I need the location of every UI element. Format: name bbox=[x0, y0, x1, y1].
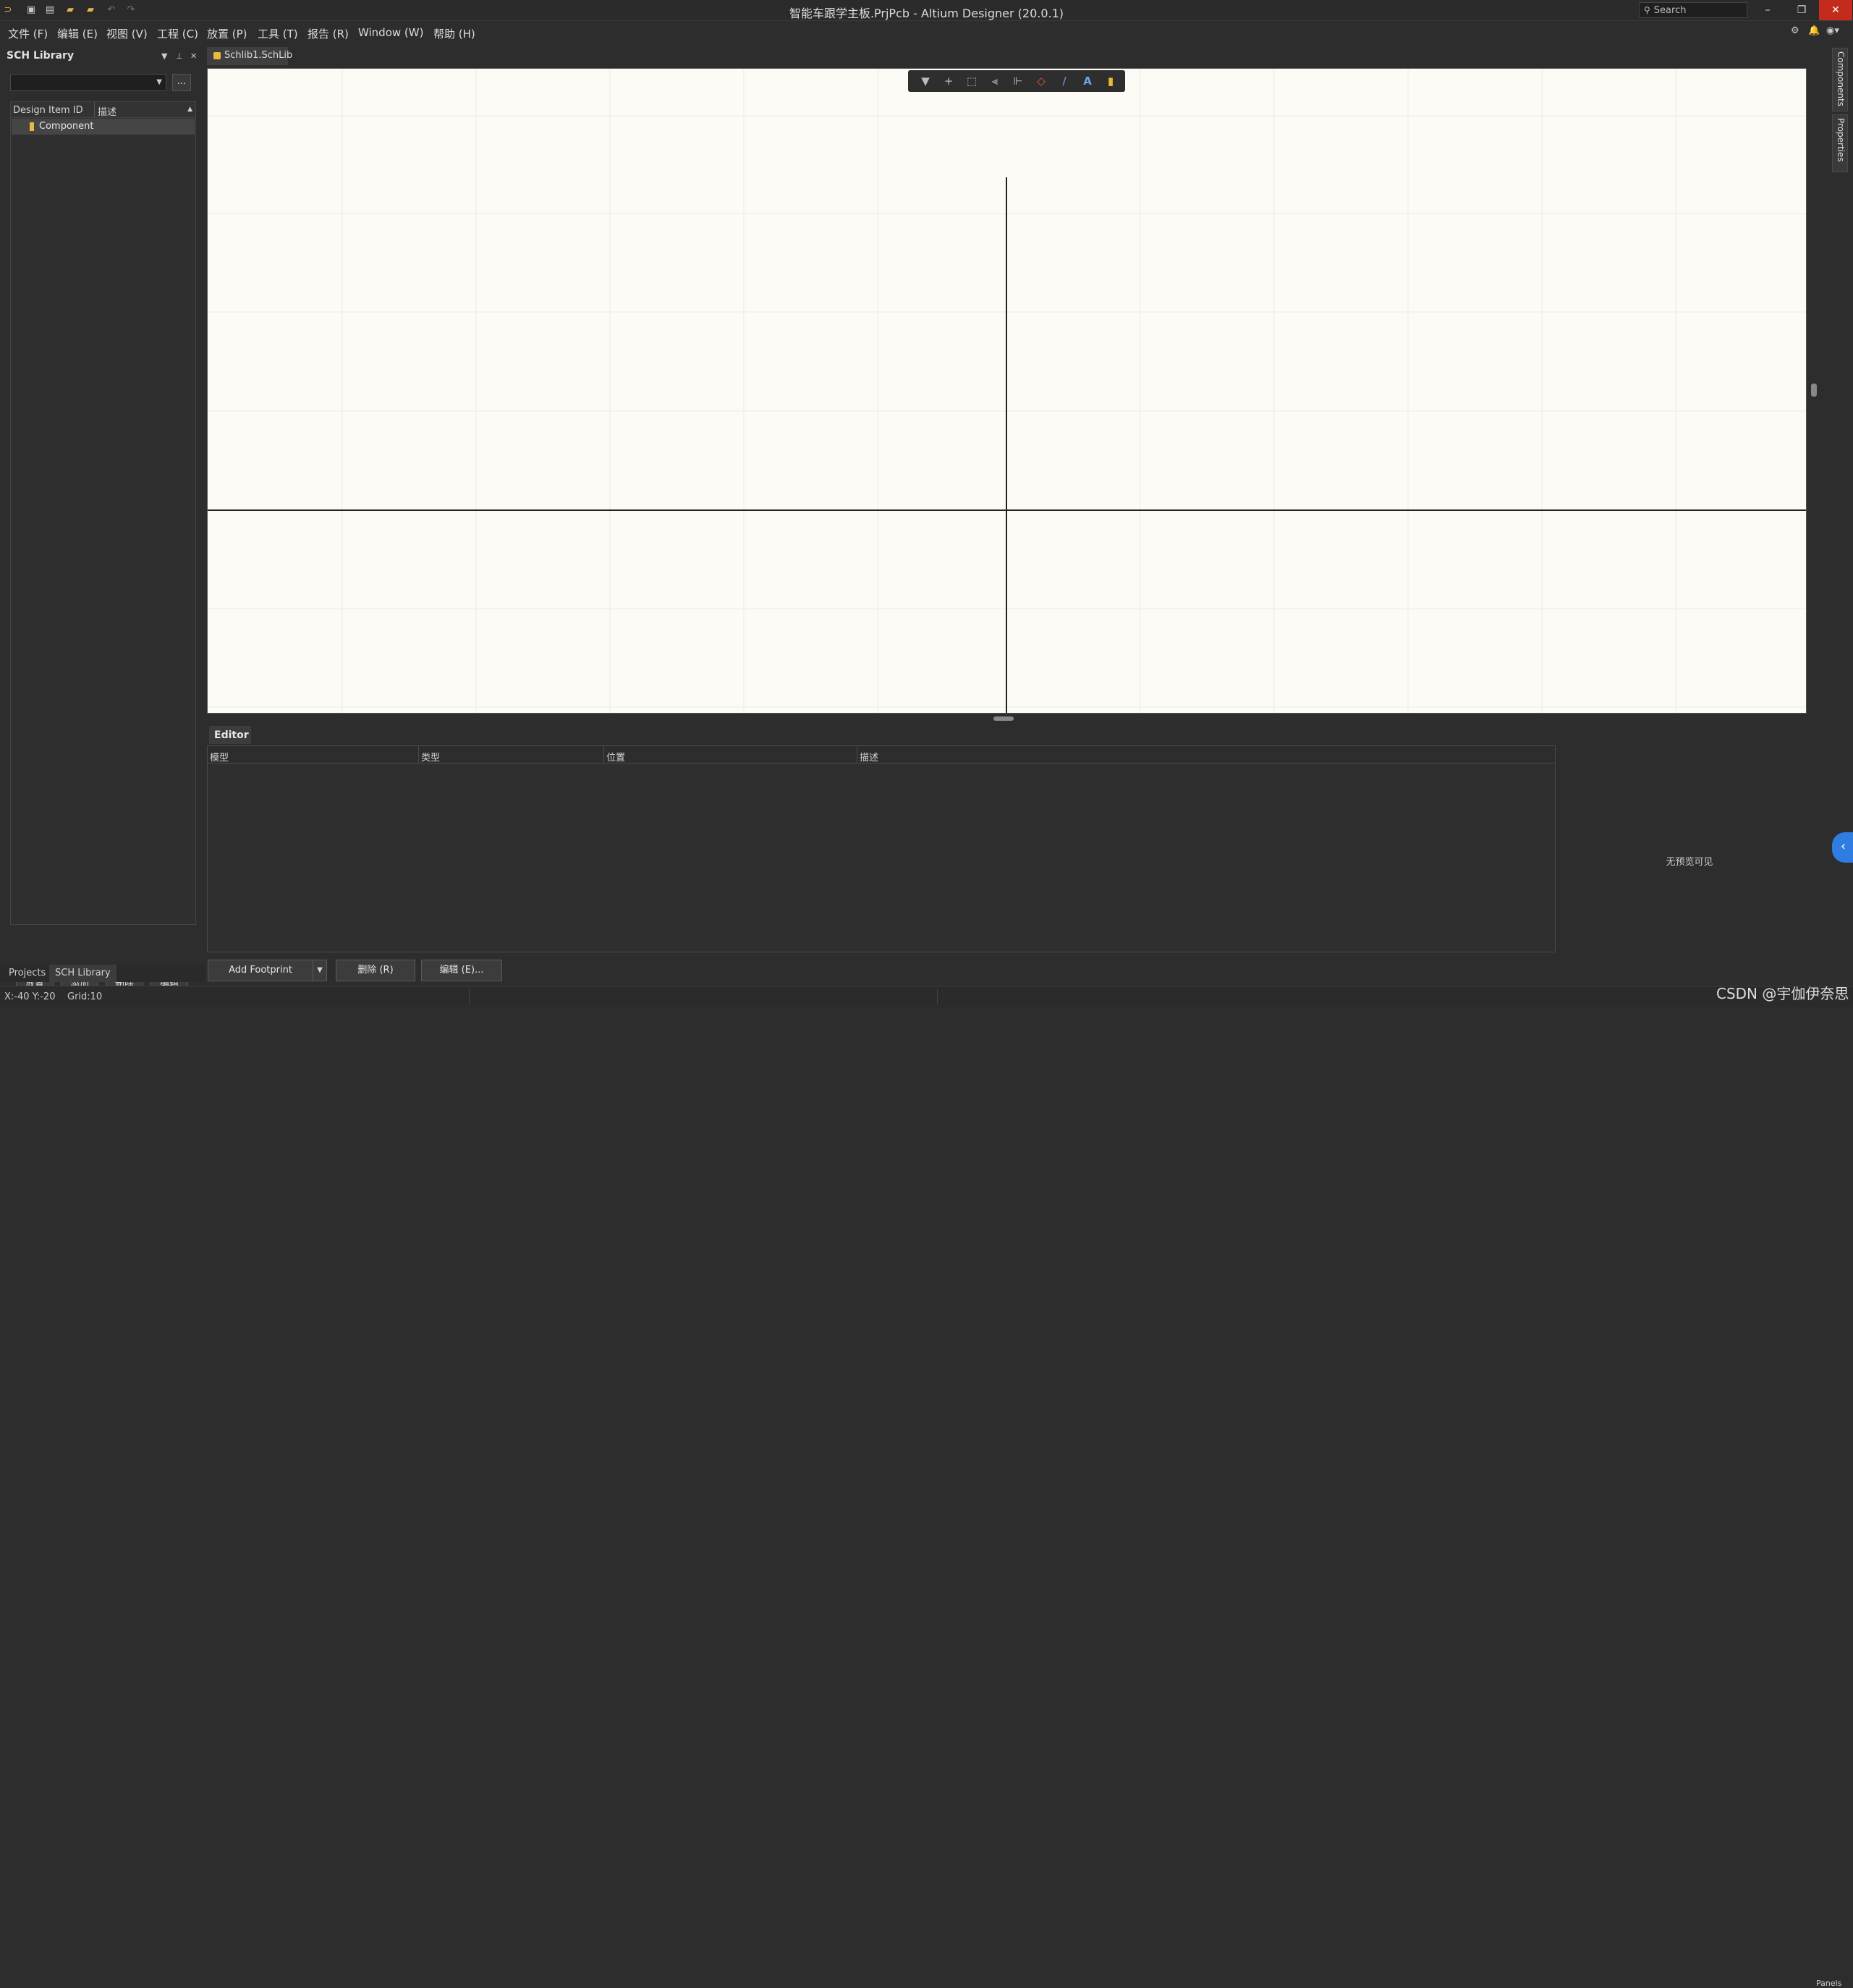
schematic-canvas[interactable]: ▼ + ⬚ ⫷ ⊩ ◇ ∕ A ▮ bbox=[207, 68, 1807, 714]
column-location[interactable]: 位置 bbox=[603, 746, 857, 764]
component-icon bbox=[30, 122, 34, 131]
add-footprint-button[interactable]: Add Footprint bbox=[208, 960, 313, 981]
panel-menu-icon[interactable]: ▼ bbox=[161, 51, 167, 61]
tab-schlib1[interactable]: Schlib1.SchLib bbox=[207, 47, 292, 65]
component-list: Design Item ID 描述 ▲ Component bbox=[10, 101, 196, 925]
tab-properties-label: Properties bbox=[1836, 118, 1846, 162]
ieee-symbol-icon[interactable]: ◇ bbox=[1034, 74, 1048, 88]
gear-icon[interactable]: ⚙ bbox=[1791, 25, 1799, 36]
tab-projects[interactable]: Projects bbox=[3, 965, 51, 982]
status-divider bbox=[469, 989, 470, 1004]
menu-tools[interactable]: 工具 (T) bbox=[258, 26, 298, 41]
menu-help[interactable]: 帮助 (H) bbox=[433, 26, 475, 41]
edit-model-button[interactable]: 编辑 (E)... bbox=[421, 960, 502, 981]
watermark: CSDN @宇伽伊奈思 bbox=[1716, 985, 1849, 1002]
align-icon[interactable]: ⫷ bbox=[988, 74, 1002, 88]
list-item[interactable]: Component bbox=[12, 119, 195, 135]
tab-components-label: Components bbox=[1836, 51, 1846, 106]
list-header: Design Item ID 描述 ▲ bbox=[11, 102, 195, 118]
menu-view[interactable]: 视图 (V) bbox=[106, 26, 148, 41]
table-header: 模型 类型 位置 描述 bbox=[208, 746, 1555, 764]
no-preview-text: 无预览可见 bbox=[1666, 857, 1713, 868]
column-design-item-id[interactable]: Design Item ID bbox=[13, 105, 83, 116]
tab-label: Schlib1.SchLib bbox=[224, 50, 293, 61]
pin-icon[interactable]: ⊥ bbox=[176, 51, 183, 61]
window-title: 智能车跟学主板.PrjPcb - Altium Designer (20.0.1… bbox=[789, 7, 1064, 20]
column-description[interactable]: 描述 bbox=[857, 746, 1555, 764]
menu-file[interactable]: 文件 (F) bbox=[8, 26, 48, 41]
menu-window[interactable]: Window (W) bbox=[358, 26, 423, 39]
column-type[interactable]: 类型 bbox=[418, 746, 603, 764]
remove-button[interactable]: 删除 (R) bbox=[336, 960, 415, 981]
library-filter-select[interactable]: ▼ bbox=[10, 74, 166, 91]
tab-sch-library[interactable]: SCH Library bbox=[49, 965, 116, 982]
sort-icon: ▲ bbox=[187, 106, 192, 113]
chevron-down-icon: ▼ bbox=[317, 966, 323, 974]
column-model[interactable]: 模型 bbox=[208, 746, 418, 764]
menu-project[interactable]: 工程 (C) bbox=[157, 26, 198, 41]
grid-size: Grid:10 bbox=[67, 991, 103, 1002]
minimize-button[interactable]: – bbox=[1751, 0, 1784, 20]
panel-close-icon[interactable]: ✕ bbox=[190, 51, 197, 61]
text-icon[interactable]: A bbox=[1080, 74, 1095, 88]
document-tab-bar: Schlib1.SchLib bbox=[205, 45, 1826, 67]
close-button[interactable]: ✕ bbox=[1819, 0, 1852, 20]
list-item-label: Component bbox=[39, 121, 94, 132]
restore-button[interactable]: ❐ bbox=[1785, 0, 1818, 20]
menu-bar: 文件 (F) 编辑 (E) 视图 (V) 工程 (C) 放置 (P) 工具 (T… bbox=[0, 21, 1853, 45]
chevron-down-icon: ▼ bbox=[156, 78, 162, 86]
bell-icon[interactable]: 🔔 bbox=[1808, 25, 1820, 36]
menu-place[interactable]: 放置 (P) bbox=[207, 26, 247, 41]
collapse-panel-button[interactable]: ‹ bbox=[1832, 832, 1853, 863]
tab-editor[interactable]: Editor bbox=[209, 726, 251, 744]
crosshair-icon[interactable]: + bbox=[941, 74, 956, 88]
user-icon[interactable]: ◉▾ bbox=[1826, 25, 1839, 36]
status-bar: X:-40 Y:-20 Grid:10 Panels bbox=[0, 986, 1853, 1988]
menu-reports[interactable]: 报告 (R) bbox=[308, 26, 349, 41]
filter-icon[interactable]: ▼ bbox=[918, 74, 933, 88]
origin-vertical-axis bbox=[1006, 177, 1007, 713]
sch-library-panel: SCH Library ▼ ⊥ ✕ ▼ ... Design Item ID 描… bbox=[0, 45, 205, 994]
preview-pane: 无预览可见 bbox=[1556, 745, 1823, 952]
origin-horizontal-axis bbox=[208, 509, 1806, 511]
schlib-file-icon bbox=[213, 52, 221, 59]
column-description-label: 描述 bbox=[98, 107, 117, 118]
active-bar-toolbar: ▼ + ⬚ ⫷ ⊩ ◇ ∕ A ▮ bbox=[908, 70, 1125, 92]
panels-button[interactable]: Panels bbox=[1816, 1979, 1841, 1988]
ellipsis-button[interactable]: ... bbox=[172, 74, 191, 91]
horizontal-scrollbar[interactable] bbox=[207, 714, 1807, 724]
add-footprint-dropdown[interactable]: ▼ bbox=[313, 960, 327, 981]
search-icon: ⚲ bbox=[1644, 5, 1650, 15]
vertical-scrollbar[interactable] bbox=[1807, 68, 1821, 714]
status-divider bbox=[937, 989, 938, 1004]
model-table: 模型 类型 位置 描述 bbox=[207, 745, 1556, 952]
select-rectangle-icon[interactable]: ⬚ bbox=[964, 74, 979, 88]
grid-lines bbox=[208, 69, 1806, 713]
menu-edit[interactable]: 编辑 (E) bbox=[57, 26, 98, 41]
tab-components[interactable]: Components bbox=[1832, 48, 1848, 111]
search-box[interactable]: ⚲ Search bbox=[1639, 2, 1747, 18]
search-placeholder: Search bbox=[1653, 4, 1687, 16]
pin-place-icon[interactable]: ⊩ bbox=[1011, 74, 1025, 88]
column-description[interactable]: 描述 ▲ bbox=[94, 102, 195, 118]
horizontal-scroll-thumb[interactable] bbox=[993, 716, 1014, 721]
panel-tabs: Projects SCH Library bbox=[0, 965, 205, 982]
tab-properties[interactable]: Properties bbox=[1832, 114, 1848, 172]
line-icon[interactable]: ∕ bbox=[1057, 74, 1072, 88]
component-marker-icon[interactable]: ▮ bbox=[1103, 74, 1118, 88]
title-bar: ⊃ ▣ ▤ ▰ ▰ ↶ ↷ 智能车跟学主板.PrjPcb - Altium De… bbox=[0, 0, 1853, 21]
chevron-left-icon: ‹ bbox=[1841, 839, 1846, 854]
panel-title: SCH Library bbox=[7, 50, 75, 62]
vertical-scroll-thumb[interactable] bbox=[1811, 384, 1817, 397]
cursor-coordinates: X:-40 Y:-20 bbox=[4, 991, 56, 1002]
